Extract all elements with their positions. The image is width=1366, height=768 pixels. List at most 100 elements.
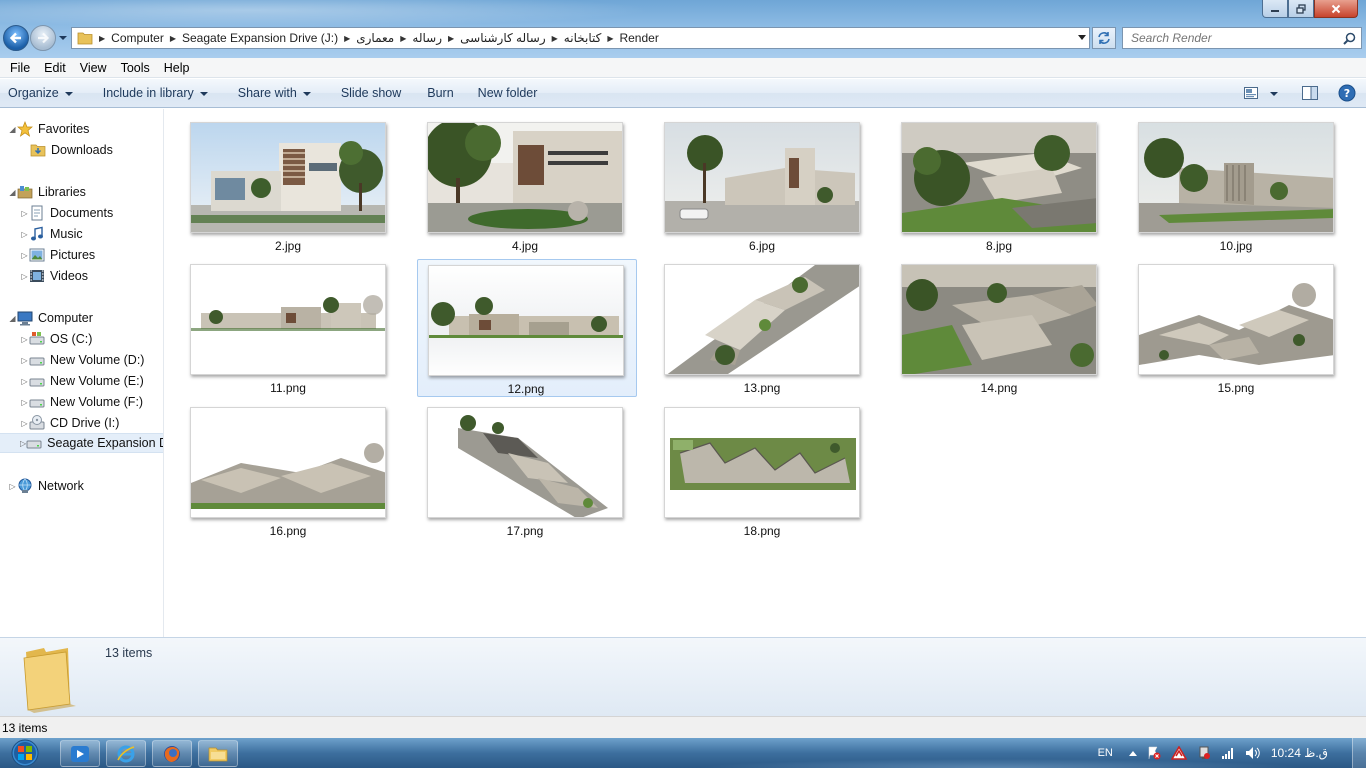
- maximize-button[interactable]: [1288, 0, 1314, 18]
- nav-drive-e[interactable]: ▷ New Volume (E:): [0, 371, 163, 391]
- expand-arrow-icon[interactable]: ▷: [8, 482, 17, 491]
- safely-remove-hardware-icon[interactable]: [1197, 746, 1211, 760]
- breadcrumb-thesis[interactable]: رساله: [412, 31, 442, 45]
- expand-arrow-icon[interactable]: ▷: [20, 377, 29, 386]
- new-folder-button[interactable]: New folder: [468, 86, 548, 100]
- nav-drive-f[interactable]: ▷ New Volume (F:): [0, 392, 163, 412]
- antivirus-icon[interactable]: [1170, 746, 1187, 760]
- downloads-folder-icon: [30, 142, 46, 158]
- breadcrumb-separator-icon[interactable]: ▶: [344, 34, 350, 43]
- preview-pane-button[interactable]: [1302, 86, 1318, 100]
- expand-arrow-icon[interactable]: ▷: [20, 356, 29, 365]
- nav-favorites[interactable]: ◢ Favorites: [0, 119, 163, 139]
- file-item-selected[interactable]: 12.png: [417, 259, 637, 397]
- search-icon[interactable]: [1343, 32, 1356, 45]
- breadcrumb-separator-icon[interactable]: ▶: [170, 34, 176, 43]
- menu-edit[interactable]: Edit: [37, 61, 73, 75]
- address-history-dropdown-icon[interactable]: [1078, 35, 1086, 41]
- expand-arrow-icon[interactable]: ▷: [20, 398, 29, 407]
- show-hidden-icons-button[interactable]: [1128, 750, 1137, 756]
- organize-button[interactable]: Organize: [0, 86, 83, 100]
- file-item[interactable]: 2.jpg: [180, 119, 400, 257]
- search-input[interactable]: [1123, 28, 1333, 48]
- clock[interactable]: 10:24 ق.ظ: [1271, 746, 1328, 760]
- nav-downloads[interactable]: Downloads: [0, 140, 163, 160]
- system-tray: EN 10:24 ق.ظ: [1098, 738, 1366, 768]
- nav-computer[interactable]: ◢ Computer: [0, 308, 163, 328]
- nav-documents[interactable]: ▷ Documents: [0, 203, 163, 223]
- file-item[interactable]: 8.jpg: [891, 119, 1111, 257]
- breadcrumb-drive-j[interactable]: Seagate Expansion Drive (J:): [182, 31, 338, 45]
- expand-arrow-icon[interactable]: ◢: [8, 188, 17, 197]
- breadcrumb-bachelor-thesis[interactable]: رساله کارشناسی: [460, 31, 545, 45]
- taskbar-windows-explorer[interactable]: [198, 740, 238, 767]
- expand-arrow-icon[interactable]: ▷: [20, 335, 29, 344]
- breadcrumb-library[interactable]: کتابخانه: [564, 31, 602, 45]
- close-button[interactable]: [1314, 0, 1358, 18]
- breadcrumb-separator-icon[interactable]: ▶: [99, 34, 105, 43]
- file-item[interactable]: 15.png: [1128, 261, 1348, 399]
- back-button[interactable]: [3, 25, 29, 51]
- file-item[interactable]: 6.jpg: [654, 119, 874, 257]
- file-item[interactable]: 17.png: [417, 404, 637, 542]
- taskbar-media-player[interactable]: [60, 740, 100, 767]
- nav-pictures[interactable]: ▷ Pictures: [0, 245, 163, 265]
- file-item[interactable]: 18.png: [654, 404, 874, 542]
- help-button[interactable]: ?: [1338, 84, 1356, 102]
- expand-arrow-icon[interactable]: ▷: [20, 230, 29, 239]
- breadcrumb-separator-icon[interactable]: ▶: [448, 34, 454, 43]
- taskbar-firefox[interactable]: [152, 740, 192, 767]
- expand-arrow-icon[interactable]: ▷: [20, 251, 29, 260]
- taskbar-internet-explorer[interactable]: [106, 740, 146, 767]
- menu-view[interactable]: View: [73, 61, 114, 75]
- expand-arrow-icon[interactable]: ▷: [20, 419, 29, 428]
- action-center-icon[interactable]: [1147, 746, 1161, 760]
- refresh-button[interactable]: [1092, 27, 1116, 49]
- show-desktop-button[interactable]: [1352, 738, 1366, 768]
- nav-libraries[interactable]: ◢ Libraries: [0, 182, 163, 202]
- network-signal-icon[interactable]: [1221, 746, 1235, 760]
- breadcrumb-computer[interactable]: Computer: [111, 31, 164, 45]
- file-item[interactable]: 11.png: [180, 261, 400, 399]
- file-item[interactable]: 14.png: [891, 261, 1111, 399]
- chevron-down-icon[interactable]: [1270, 91, 1278, 96]
- language-indicator[interactable]: EN: [1098, 747, 1113, 759]
- expand-arrow-icon[interactable]: ▷: [20, 209, 29, 218]
- breadcrumb-separator-icon[interactable]: ▶: [400, 34, 406, 43]
- breadcrumb-architecture[interactable]: معماری: [356, 31, 394, 45]
- nav-drive-d[interactable]: ▷ New Volume (D:): [0, 350, 163, 370]
- nav-drive-i[interactable]: ▷ CD Drive (I:): [0, 413, 163, 433]
- file-item[interactable]: 10.jpg: [1128, 119, 1348, 257]
- expand-arrow-icon[interactable]: ▷: [20, 272, 29, 281]
- expand-arrow-icon[interactable]: ◢: [8, 125, 17, 134]
- search-box[interactable]: [1122, 27, 1362, 49]
- slide-show-button[interactable]: Slide show: [331, 86, 411, 100]
- minimize-button[interactable]: [1262, 0, 1288, 18]
- breadcrumb-separator-icon[interactable]: ▶: [552, 34, 558, 43]
- nav-drive-c[interactable]: ▷ OS (C:): [0, 329, 163, 349]
- burn-button[interactable]: Burn: [417, 86, 463, 100]
- nav-videos[interactable]: ▷ Videos: [0, 266, 163, 286]
- forward-button[interactable]: [30, 25, 56, 51]
- file-item[interactable]: 16.png: [180, 404, 400, 542]
- menu-file[interactable]: File: [3, 61, 37, 75]
- nav-network[interactable]: ▷ Network: [0, 476, 163, 496]
- share-with-button[interactable]: Share with: [228, 86, 321, 100]
- file-item[interactable]: 13.png: [654, 261, 874, 399]
- nav-music[interactable]: ▷ Music: [0, 224, 163, 244]
- folder-icon: [77, 32, 93, 45]
- file-item[interactable]: 4.jpg: [417, 119, 637, 257]
- start-button[interactable]: [5, 739, 45, 767]
- address-bar[interactable]: ▶ Computer ▶ Seagate Expansion Drive (J:…: [71, 27, 1090, 49]
- breadcrumb-separator-icon[interactable]: ▶: [607, 34, 613, 43]
- menu-help[interactable]: Help: [157, 61, 197, 75]
- nav-drive-j[interactable]: ▷ Seagate Expansion Dr: [0, 433, 164, 453]
- nav-drive-j-label: Seagate Expansion Dr: [47, 436, 164, 450]
- recent-pages-dropdown-icon[interactable]: [58, 33, 68, 43]
- change-view-button[interactable]: [1244, 87, 1278, 99]
- expand-arrow-icon[interactable]: ◢: [8, 314, 17, 323]
- include-in-library-button[interactable]: Include in library: [93, 86, 218, 100]
- menu-tools[interactable]: Tools: [114, 61, 157, 75]
- volume-icon[interactable]: [1245, 746, 1261, 760]
- breadcrumb-render[interactable]: Render: [619, 31, 658, 45]
